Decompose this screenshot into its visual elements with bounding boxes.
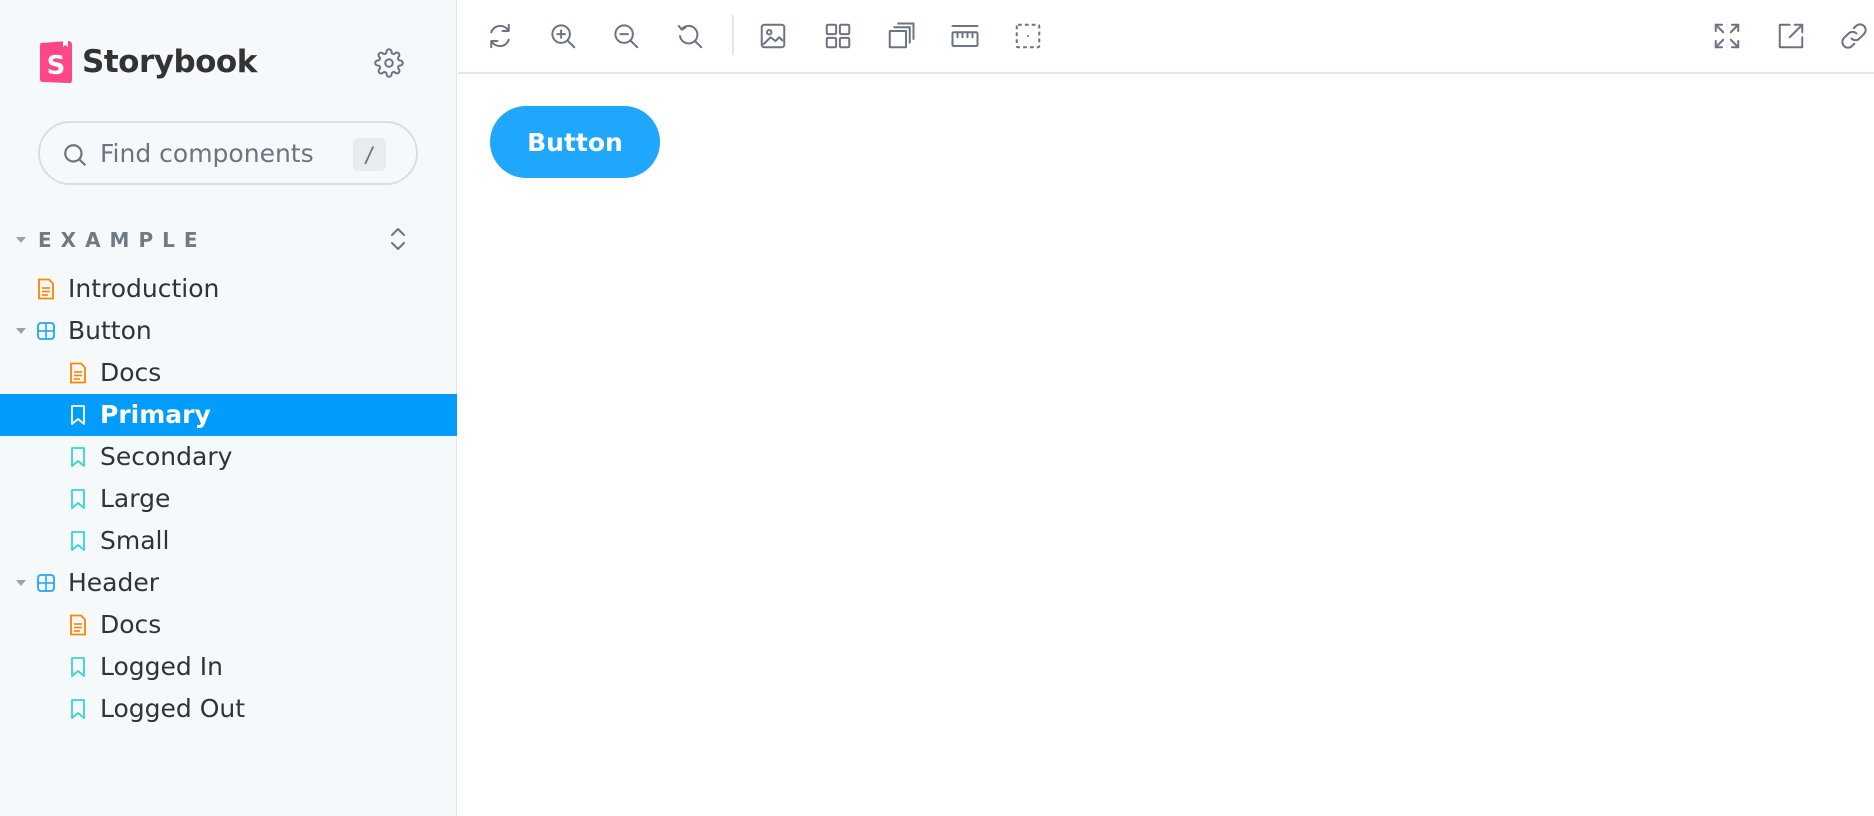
brand[interactable]: S Storybook <box>38 38 257 86</box>
document-icon <box>70 614 86 636</box>
tree-item-button-secondary[interactable]: Secondary <box>0 436 457 478</box>
copy-link-button[interactable] <box>1834 16 1874 56</box>
section-title: EXAMPLE <box>38 228 207 252</box>
tree-item-label: Introduction <box>68 274 220 303</box>
component-icon <box>37 322 55 340</box>
search-shortcut-hint: / <box>353 138 386 171</box>
zoom-reset-icon <box>677 24 703 49</box>
tree-item-label: Logged Out <box>100 694 246 723</box>
zoom-in-button[interactable] <box>543 16 583 56</box>
zoom-out-icon <box>614 24 639 49</box>
open-new-tab-icon <box>1778 23 1804 49</box>
tree-item-button-small[interactable]: Small <box>0 520 457 562</box>
tree-item-header[interactable]: Header <box>0 562 457 604</box>
outline-icon <box>888 22 915 49</box>
storybook-logo-icon: S <box>40 40 72 84</box>
gear-icon <box>374 48 404 78</box>
outline-button[interactable] <box>881 16 921 56</box>
background-button[interactable] <box>753 16 793 56</box>
fullscreen-button[interactable] <box>1707 16 1747 56</box>
svg-text:S: S <box>47 51 66 81</box>
zoom-reset-button[interactable] <box>670 16 710 56</box>
viewport-button[interactable] <box>1008 16 1048 56</box>
story-primary-button[interactable]: Button <box>490 106 660 178</box>
grid-button[interactable] <box>818 16 858 56</box>
tree-item-label: Secondary <box>100 442 233 471</box>
document-icon <box>38 278 54 300</box>
measure-button[interactable] <box>945 16 985 56</box>
caret-down-icon <box>16 328 26 334</box>
tree-item-label: Small <box>100 526 170 555</box>
tree-item-button[interactable]: Button <box>0 310 457 352</box>
tree-item-button-primary[interactable]: Primary <box>0 394 457 436</box>
caret-down-icon <box>16 580 26 586</box>
reload-icon <box>490 23 510 49</box>
viewport-icon <box>1015 23 1041 49</box>
expand-collapse-all-icon[interactable] <box>386 224 410 254</box>
reload-button[interactable] <box>480 16 520 56</box>
tree-item-label: Header <box>68 568 160 597</box>
search-box: / <box>38 121 418 185</box>
section-header-example[interactable]: EXAMPLE <box>0 224 457 256</box>
toolbar-divider <box>732 15 734 55</box>
caret-down-icon <box>16 237 26 243</box>
bookmark-icon <box>71 699 85 719</box>
tree-item-header-logged-out[interactable]: Logged Out <box>0 688 457 730</box>
zoom-in-icon <box>551 24 576 49</box>
tree-item-button-large[interactable]: Large <box>0 478 457 520</box>
tree-item-label: Docs <box>100 358 162 387</box>
search-icon <box>64 144 87 167</box>
tree-item-label: Docs <box>100 610 162 639</box>
tree-item-introduction[interactable]: Introduction <box>0 268 457 310</box>
zoom-out-button[interactable] <box>606 16 646 56</box>
search-input[interactable] <box>100 133 340 173</box>
tree-item-button-docs[interactable]: Docs <box>0 352 457 394</box>
bookmark-icon <box>71 531 85 551</box>
toolbar <box>458 0 1874 74</box>
tree-item-label: Button <box>68 316 152 345</box>
open-new-tab-button[interactable] <box>1771 16 1811 56</box>
story-canvas: Button <box>458 74 1874 816</box>
fullscreen-icon <box>1714 23 1740 49</box>
brand-name: Storybook <box>82 44 257 80</box>
component-tree: Introduction Button Docs Primary Seconda… <box>0 268 457 730</box>
settings-button[interactable] <box>372 46 406 80</box>
copy-link-icon <box>1841 23 1867 49</box>
grid-icon <box>825 23 851 49</box>
tree-item-header-logged-in[interactable]: Logged In <box>0 646 457 688</box>
sidebar: S Storybook / EXAMPLE <box>0 0 457 816</box>
tree-item-label: Logged In <box>100 652 223 681</box>
document-icon <box>70 362 86 384</box>
bookmark-icon <box>71 405 85 425</box>
background-icon <box>760 23 786 49</box>
tree-item-header-docs[interactable]: Docs <box>0 604 457 646</box>
tree-item-label: Primary <box>100 400 211 429</box>
measure-icon <box>951 25 979 47</box>
bookmark-icon <box>71 447 85 467</box>
bookmark-icon <box>71 657 85 677</box>
bookmark-icon <box>71 489 85 509</box>
component-icon <box>37 574 55 592</box>
tree-item-label: Large <box>100 484 171 513</box>
